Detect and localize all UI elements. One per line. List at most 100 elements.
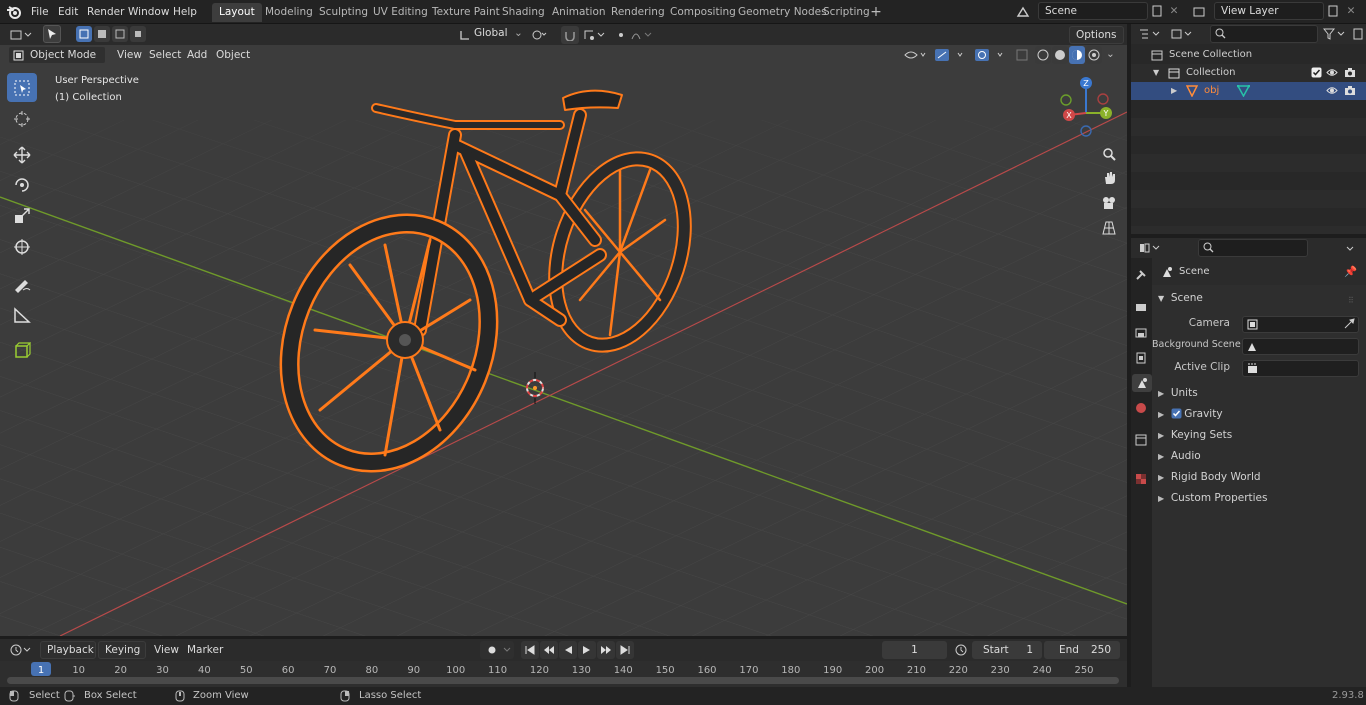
- camera-field[interactable]: [1242, 316, 1359, 333]
- shading-options-icon[interactable]: ⌄: [1106, 48, 1115, 60]
- cursor-tool[interactable]: [7, 104, 37, 133]
- new-view-layer-icon[interactable]: [1324, 2, 1342, 20]
- scene-tab-icon[interactable]: [1132, 374, 1152, 392]
- snap-toggle-icon[interactable]: [561, 26, 579, 44]
- tab-shading[interactable]: Shading: [495, 3, 552, 22]
- panel-custom-properties[interactable]: ▶ Custom Properties: [1158, 488, 1267, 509]
- exclude-checkbox[interactable]: [1311, 67, 1322, 78]
- preview-range-clock-icon[interactable]: [952, 641, 970, 659]
- output-tab-icon[interactable]: [1132, 324, 1150, 342]
- panel-keying-sets[interactable]: ▶ Keying Sets: [1158, 425, 1232, 446]
- tab-layout[interactable]: Layout: [212, 3, 262, 22]
- annotate-tool[interactable]: [7, 269, 37, 298]
- start-frame-field[interactable]: Start 1: [972, 641, 1042, 659]
- end-frame-field[interactable]: End 250: [1044, 641, 1120, 659]
- expand-obj-icon[interactable]: ▶: [1171, 86, 1177, 95]
- new-scene-icon[interactable]: [1148, 2, 1166, 20]
- expand-collection-icon[interactable]: ▼: [1153, 68, 1159, 77]
- scale-tool[interactable]: [7, 201, 37, 230]
- timeline-view-menu[interactable]: View: [148, 641, 185, 659]
- background-scene-field[interactable]: [1242, 338, 1359, 355]
- gizmo-toggle-icon[interactable]: [933, 46, 967, 64]
- scene-icon[interactable]: [1014, 3, 1032, 21]
- mesh-data-icon[interactable]: [1237, 85, 1250, 97]
- visibility-icon[interactable]: [902, 46, 928, 64]
- auto-keying-icon[interactable]: [480, 641, 514, 659]
- 3d-viewport[interactable]: Object Mode View Select Add Object ⌄ Use…: [0, 45, 1127, 636]
- eyedropper-icon[interactable]: [1344, 318, 1355, 329]
- blender-logo-icon[interactable]: [6, 4, 22, 20]
- collection-tab-icon[interactable]: [1132, 431, 1150, 449]
- transform-tool[interactable]: [7, 232, 37, 261]
- collection-visibility-eye-icon[interactable]: [1326, 67, 1338, 78]
- jump-start-icon[interactable]: [521, 641, 539, 659]
- playback-menu[interactable]: Playback: [40, 641, 96, 659]
- select-box-tool[interactable]: [7, 73, 37, 102]
- close-view-layer-icon[interactable]: ✕: [1342, 2, 1360, 20]
- move-tool[interactable]: [7, 140, 37, 169]
- viewport-menu-object[interactable]: Object: [210, 46, 256, 64]
- collection-render-camera-icon[interactable]: [1344, 67, 1356, 78]
- properties-editor-icon[interactable]: [1137, 239, 1163, 257]
- drag-handle-icon[interactable]: ⠿: [1348, 296, 1354, 305]
- menu-edit[interactable]: Edit: [52, 3, 84, 21]
- obj-visibility-eye-icon[interactable]: [1326, 85, 1338, 96]
- close-scene-icon[interactable]: ✕: [1165, 2, 1183, 20]
- select-intersect-icon[interactable]: [130, 26, 146, 42]
- outliner-row-scene-collection[interactable]: Scene Collection: [1131, 46, 1366, 64]
- obj-render-camera-icon[interactable]: [1344, 85, 1356, 96]
- next-keyframe-icon[interactable]: [597, 641, 615, 659]
- panel-rigid-body-world[interactable]: ▶ Rigid Body World: [1158, 467, 1261, 488]
- scene-panel-header[interactable]: ▼ Scene: [1158, 288, 1203, 309]
- tool-tab-icon[interactable]: [1132, 266, 1150, 284]
- view-layer-selector[interactable]: View Layer: [1214, 2, 1324, 20]
- overlays-icon[interactable]: [973, 46, 1007, 64]
- editor-type-icon[interactable]: [8, 26, 34, 44]
- tab-animation[interactable]: Animation: [545, 3, 613, 22]
- world-tab-icon[interactable]: [1132, 399, 1150, 417]
- keying-menu[interactable]: Keying: [98, 641, 146, 659]
- view-layer-tab-icon[interactable]: [1132, 349, 1150, 367]
- pin-icon[interactable]: 📌: [1344, 265, 1357, 278]
- options-button[interactable]: Options: [1069, 26, 1124, 44]
- xray-icon[interactable]: [1013, 46, 1031, 64]
- falloff-icon[interactable]: [628, 26, 654, 44]
- navigation-gizmo[interactable]: Z Y X: [1057, 75, 1117, 139]
- outliner-search-input[interactable]: [1210, 25, 1318, 43]
- texture-tab-icon[interactable]: [1132, 470, 1150, 488]
- play-reverse-icon[interactable]: [559, 641, 577, 659]
- rendered-shading-icon[interactable]: [1086, 46, 1102, 64]
- select-extend-icon[interactable]: [94, 26, 110, 42]
- properties-options-icon[interactable]: [1341, 239, 1359, 257]
- jump-end-icon[interactable]: [616, 641, 634, 659]
- orientation-icon[interactable]: [456, 26, 474, 44]
- marker-menu[interactable]: Marker: [181, 641, 229, 659]
- properties-search-input[interactable]: [1198, 239, 1308, 257]
- play-icon[interactable]: [578, 641, 596, 659]
- prev-keyframe-icon[interactable]: [540, 641, 558, 659]
- select-tool-icon[interactable]: [43, 25, 61, 43]
- gravity-checkbox[interactable]: [1171, 408, 1182, 419]
- display-mode-icon[interactable]: [1169, 25, 1195, 43]
- rotate-tool[interactable]: [7, 170, 37, 199]
- timeline-editor-icon[interactable]: [8, 641, 34, 659]
- outliner-editor-icon[interactable]: [1137, 25, 1163, 43]
- pivot-point-icon[interactable]: [530, 26, 548, 44]
- new-collection-icon[interactable]: [1349, 25, 1366, 43]
- viewport-menu-add[interactable]: Add: [181, 46, 213, 64]
- panel-gravity[interactable]: ▶ Gravity: [1158, 404, 1223, 425]
- pan-hand-icon[interactable]: [1098, 167, 1120, 189]
- filter-icon[interactable]: [1321, 25, 1347, 43]
- menu-file[interactable]: File: [25, 3, 55, 21]
- render-tab-icon[interactable]: [1132, 298, 1150, 316]
- add-cube-tool[interactable]: [7, 335, 37, 364]
- zoom-icon[interactable]: [1098, 143, 1120, 165]
- current-frame-field[interactable]: 1: [882, 641, 947, 659]
- panel-audio[interactable]: ▶ Audio: [1158, 446, 1201, 467]
- timeline-scrollbar[interactable]: [7, 677, 1119, 684]
- camera-view-icon[interactable]: [1098, 192, 1120, 214]
- view-layer-icon[interactable]: [1190, 3, 1208, 21]
- scene-selector[interactable]: Scene: [1038, 2, 1148, 20]
- material-shading-icon[interactable]: [1069, 46, 1085, 64]
- select-subtract-icon[interactable]: [112, 26, 128, 42]
